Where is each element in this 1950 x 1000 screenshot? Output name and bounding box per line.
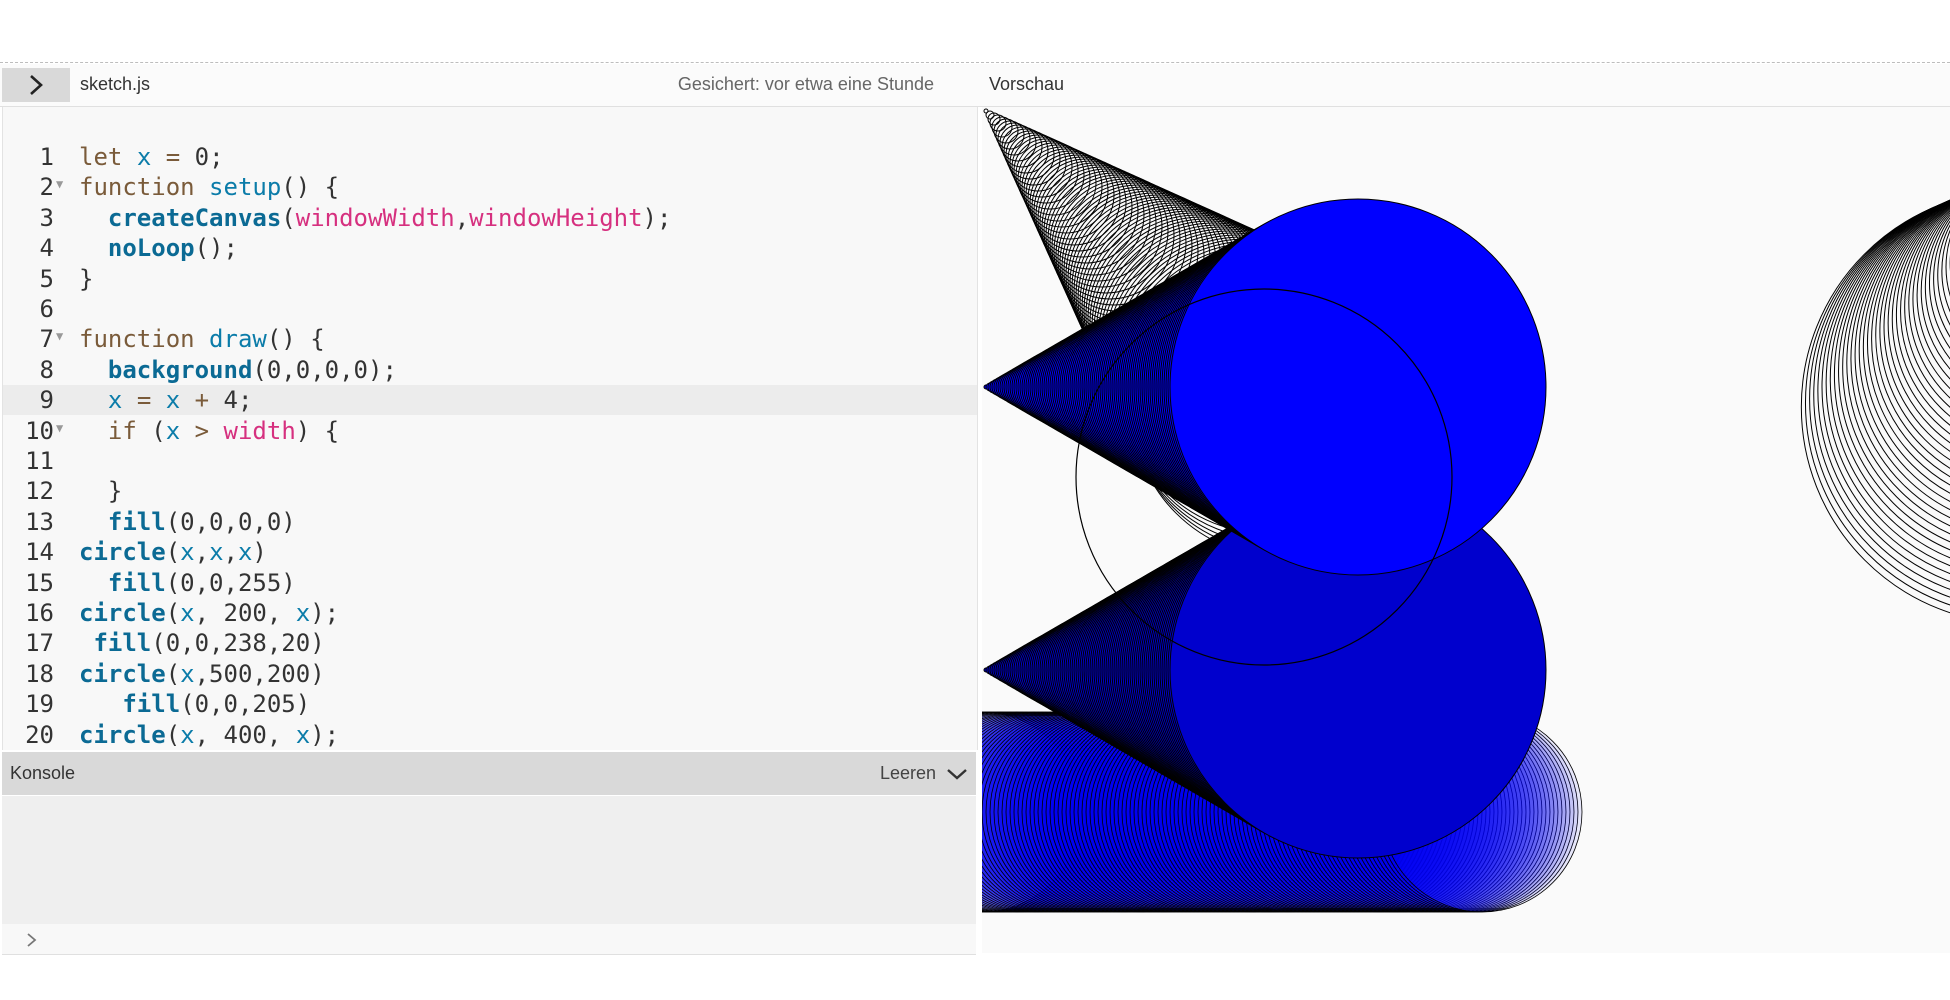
code-text: function setup() { <box>79 173 340 202</box>
line-number: 12 <box>25 477 54 506</box>
line-number: 4 <box>39 234 54 263</box>
console-title: Konsole <box>10 763 76 783</box>
right-edge-circle-trail <box>1800 199 1950 614</box>
line-number: 15 <box>25 568 54 597</box>
preview-label: Vorschau <box>989 74 1065 94</box>
line-number: 5 <box>39 264 54 293</box>
code-line[interactable]: 4 noLoop(); <box>3 233 977 263</box>
code-line[interactable]: 16 circle(x, 200, x); <box>3 598 977 628</box>
code-line[interactable]: 20 circle(x, 400, x); <box>3 720 977 750</box>
code-text: } <box>79 264 94 293</box>
code-line[interactable]: 14 circle(x,x,x) <box>3 537 977 567</box>
line-number: 3 <box>39 203 54 232</box>
code-line[interactable]: 11 <box>3 446 977 476</box>
code-editor[interactable]: 1 let x = 0; 2 ▼ function setup() {3 createC… <box>2 107 978 750</box>
save-status: Gesichert: vor etwa eine Stunde <box>677 74 934 94</box>
line-number: 18 <box>25 659 54 688</box>
code-text: x = x + 4; <box>107 386 253 415</box>
code-line[interactable]: 8 background(0,0,0,0); <box>3 355 977 385</box>
code-line[interactable]: 10 ▼ if (x > width) { <box>3 416 977 446</box>
code-text: fill(0,0,238,20) <box>93 629 325 658</box>
code-line[interactable]: 5} <box>3 264 977 294</box>
code-line[interactable]: 13 fill(0,0,0,0) <box>3 507 977 537</box>
code-line[interactable]: 9 x = x + 4; <box>3 385 977 416</box>
code-text: background(0,0,0,0); <box>107 355 397 384</box>
editor-header: sketch.js Gesichert: vor etwa eine Stund… <box>0 64 1950 107</box>
file-name-tab[interactable]: sketch.js <box>80 74 150 95</box>
code-line[interactable]: 7 ▼ function draw() { <box>3 324 977 354</box>
console-header: Konsole Leeren <box>2 752 976 795</box>
prompt-chevron-icon <box>27 933 37 947</box>
code-text: if (x > width) { <box>107 416 340 445</box>
fold-arrow-icon[interactable]: ▼ <box>56 413 63 443</box>
fold-arrow-icon[interactable]: ▼ <box>56 321 63 351</box>
chevron-right-icon <box>30 75 43 95</box>
code-text: fill(0,0,205) <box>122 690 311 719</box>
line-number: 7 <box>39 325 54 354</box>
line-number: 10 <box>25 416 54 445</box>
code-text: fill(0,0,0,0) <box>107 507 296 536</box>
console-input[interactable] <box>2 924 976 955</box>
line-number: 6 <box>39 295 54 323</box>
code-text: noLoop(); <box>107 234 238 263</box>
line-number: 13 <box>25 507 54 536</box>
code-text: function draw() { <box>79 325 325 354</box>
code-line[interactable]: 17 fill(0,0,238,20) <box>3 628 977 658</box>
line-number: 20 <box>25 720 54 749</box>
code-text: circle(x, 400, x); <box>79 720 340 749</box>
line-number: 9 <box>39 386 54 415</box>
chevron-down-icon[interactable] <box>946 767 968 781</box>
code-text: createCanvas(windowWidth,windowHeight); <box>107 203 672 232</box>
console-output <box>2 796 976 924</box>
code-text: let x = 0; <box>79 143 224 171</box>
console-clear-button[interactable]: Leeren <box>880 763 936 784</box>
sidebar-toggle-button[interactable] <box>2 68 70 102</box>
code-line[interactable]: 3 createCanvas(windowWidth,windowHeight)… <box>3 203 977 233</box>
code-line[interactable]: 12 } <box>3 476 977 506</box>
code-line[interactable]: 2 ▼ function setup() { <box>3 172 977 202</box>
line-number: 2 <box>39 173 54 202</box>
line-number: 1 <box>39 143 54 171</box>
code-line[interactable]: 15 fill(0,0,255) <box>3 568 977 598</box>
fold-arrow-icon[interactable]: ▼ <box>56 169 63 199</box>
code-text: circle(x,x,x) <box>79 538 267 567</box>
line-number: 8 <box>39 355 54 384</box>
code-line[interactable]: 1 let x = 0; <box>3 142 977 172</box>
line-number: 17 <box>25 629 54 658</box>
sketch-canvas <box>982 108 1950 913</box>
code-line[interactable]: 19 fill(0,0,205) <box>3 689 977 719</box>
code-text: fill(0,0,255) <box>107 568 296 597</box>
top-divider <box>0 62 1950 63</box>
code-line[interactable]: 18 circle(x,500,200) <box>3 659 977 689</box>
code-text: } <box>79 477 123 506</box>
code-text: circle(x, 200, x); <box>79 599 340 627</box>
sketch-preview[interactable] <box>982 107 1950 953</box>
code-text: circle(x,500,200) <box>79 659 325 688</box>
line-number: 19 <box>25 690 54 719</box>
line-number: 16 <box>25 599 54 627</box>
code-line[interactable]: 6 <box>3 294 977 324</box>
line-number: 14 <box>25 538 54 567</box>
line-number: 11 <box>25 447 54 475</box>
